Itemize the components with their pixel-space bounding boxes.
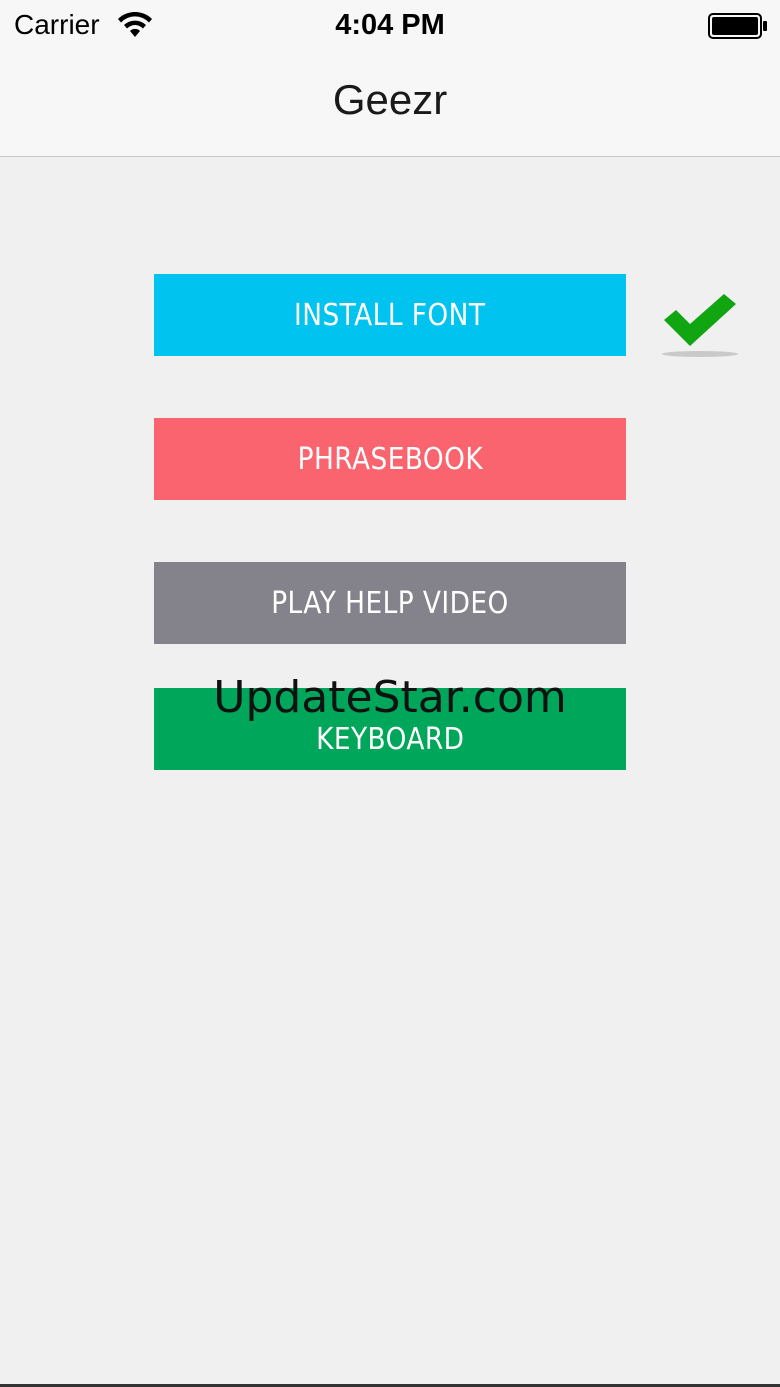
checkmark-icon (662, 294, 738, 357)
status-bar: Carrier 4:04 PM (0, 0, 780, 52)
navigation-bar: Geezr (0, 52, 780, 157)
status-time: 4:04 PM (335, 9, 445, 41)
phrasebook-label: PHRASEBOOK (297, 441, 483, 477)
battery-icon (708, 13, 767, 39)
keyboard-label: KEYBOARD (315, 721, 465, 757)
play-help-video-label: PLAY HELP VIDEO (271, 585, 509, 621)
install-font-button[interactable]: INSTALL FONT (154, 274, 626, 356)
page-title: Geezr (332, 76, 448, 123)
play-help-video-button[interactable]: PLAY HELP VIDEO (154, 562, 626, 644)
keyboard-button[interactable]: KEYBOARD (154, 688, 626, 770)
phrasebook-button[interactable]: PHRASEBOOK (154, 418, 626, 500)
install-font-label: INSTALL FONT (294, 297, 486, 333)
